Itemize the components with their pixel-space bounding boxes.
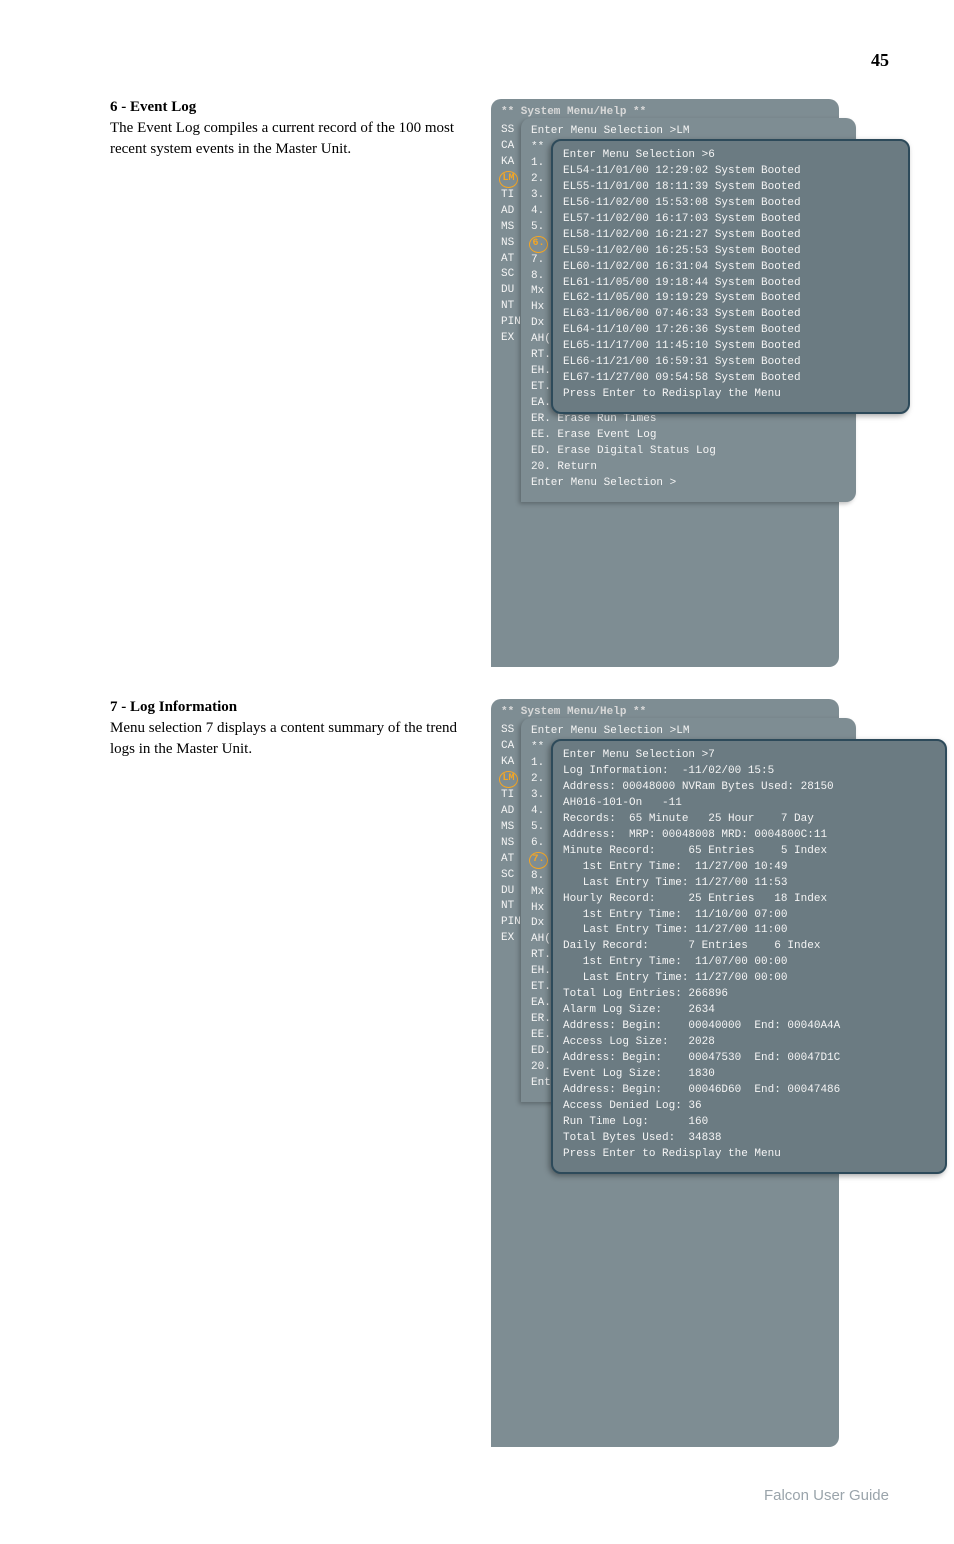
circled-7: 7. bbox=[529, 852, 548, 869]
loginfo-line: Address: Begin: 00040000 End: 00040A4A bbox=[563, 1019, 935, 1035]
mid-menu-tail: Enter Menu Selection > bbox=[531, 476, 846, 492]
eventlog-line: EL56-11/02/00 15:53:08 System Booted bbox=[563, 196, 898, 212]
eventlog-line: EL55-11/01/00 18:11:39 System Booted bbox=[563, 180, 898, 196]
loginfo-line: Daily Record: 7 Entries 6 Index bbox=[563, 939, 935, 955]
circled-6: 6. bbox=[529, 236, 548, 253]
terminal-stack-eventlog: ** System Menu/Help ** SS -CA -KA -LMTI … bbox=[491, 99, 871, 667]
eventlog-line: EL62-11/05/00 19:19:29 System Booted bbox=[563, 291, 898, 307]
loginfo-line: Event Log Size: 1830 bbox=[563, 1067, 935, 1083]
loginfo-line: Hourly Record: 25 Entries 18 Index bbox=[563, 892, 935, 908]
loginfo-line: Last Entry Time: 11/27/00 11:00 bbox=[563, 923, 935, 939]
eventlog-line: EL54-11/01/00 12:29:02 System Booted bbox=[563, 164, 898, 180]
loginfo-line: Alarm Log Size: 2634 bbox=[563, 1003, 935, 1019]
loginfo-line: Last Entry Time: 11/27/00 00:00 bbox=[563, 971, 935, 987]
loginfo-line: 1st Entry Time: 11/07/00 00:00 bbox=[563, 955, 935, 971]
section6-body: The Event Log compiles a current record … bbox=[110, 118, 465, 160]
loginfo-line: Address: 00048000 NVRam Bytes Used: 2815… bbox=[563, 780, 935, 796]
loginfo-line: Address: Begin: 00047530 End: 00047D1C bbox=[563, 1051, 935, 1067]
loginfo-line: Run Time Log: 160 bbox=[563, 1115, 935, 1131]
section7-body: Menu selection 7 displays a content summ… bbox=[110, 718, 465, 760]
loginfo-line: Minute Record: 65 Entries 5 Index bbox=[563, 844, 935, 860]
loginfo-line: Address: MRP: 00048008 MRD: 0004800C:11 bbox=[563, 828, 935, 844]
section7-title: 7 - Log Information bbox=[110, 699, 465, 716]
loginfo-line: Access Denied Log: 36 bbox=[563, 1099, 935, 1115]
mid-menu-tail: ER. Erase Run Times bbox=[531, 412, 846, 428]
loginfo-line: AH016-101-On -11 bbox=[563, 796, 935, 812]
loginfo-line: Log Information: -11/02/00 15:5 bbox=[563, 764, 935, 780]
eventlog-line: EL58-11/02/00 16:21:27 System Booted bbox=[563, 228, 898, 244]
eventlog-line: EL63-11/06/00 07:46:33 System Booted bbox=[563, 307, 898, 323]
loginfo-line: Records: 65 Minute 25 Hour 7 Day bbox=[563, 812, 935, 828]
terminal-top-panel-eventlog: Enter Menu Selection >6 EL54-11/01/00 12… bbox=[551, 139, 910, 414]
eventlog-line: EL67-11/27/00 09:54:58 System Booted bbox=[563, 371, 898, 387]
section6-title: 6 - Event Log bbox=[110, 99, 465, 116]
loginfo-line: Access Log Size: 2028 bbox=[563, 1035, 935, 1051]
loginfo-line: Address: Begin: 00046D60 End: 00047486 bbox=[563, 1083, 935, 1099]
footer-text: Falcon User Guide bbox=[110, 1487, 889, 1504]
loginfo-line: Last Entry Time: 11/27/00 11:53 bbox=[563, 876, 935, 892]
mid-prompt: Enter Menu Selection >LM bbox=[531, 124, 846, 140]
loginfo-line: 1st Entry Time: 11/27/00 10:49 bbox=[563, 860, 935, 876]
mid-prompt: Enter Menu Selection >LM bbox=[531, 724, 846, 740]
page-number: 45 bbox=[110, 50, 889, 71]
loginfo-line: 1st Entry Time: 11/10/00 07:00 bbox=[563, 908, 935, 924]
mid-menu-tail: ED. Erase Digital Status Log bbox=[531, 444, 846, 460]
terminal-top-panel-loginfo: Enter Menu Selection >7 Log Information:… bbox=[551, 739, 947, 1173]
eventlog-line: EL57-11/02/00 16:17:03 System Booted bbox=[563, 212, 898, 228]
loginfo-line: Total Log Entries: 266896 bbox=[563, 987, 935, 1003]
loginfo-line: Total Bytes Used: 34838 bbox=[563, 1131, 935, 1147]
mid-menu-tail: EE. Erase Event Log bbox=[531, 428, 846, 444]
terminal-stack-loginfo: ** System Menu/Help ** SS -CA -KA -LMTI … bbox=[491, 699, 871, 1447]
eventlog-line: EL66-11/21/00 16:59:31 System Booted bbox=[563, 355, 898, 371]
mid-menu-tail: 20. Return bbox=[531, 460, 846, 476]
top7-prompt: Enter Menu Selection >7 bbox=[563, 748, 935, 764]
top6-prompt: Enter Menu Selection >6 bbox=[563, 148, 898, 164]
eventlog-line: EL64-11/10/00 17:26:36 System Booted bbox=[563, 323, 898, 339]
circled-lm: LM bbox=[499, 771, 518, 788]
eventlog-line: EL59-11/02/00 16:25:53 System Booted bbox=[563, 244, 898, 260]
eventlog-line: Press Enter to Redisplay the Menu bbox=[563, 387, 898, 403]
circled-lm: LM bbox=[499, 171, 518, 188]
eventlog-line: EL60-11/02/00 16:31:04 System Booted bbox=[563, 260, 898, 276]
loginfo-line: Press Enter to Redisplay the Menu bbox=[563, 1147, 935, 1163]
eventlog-line: EL61-11/05/00 19:18:44 System Booted bbox=[563, 276, 898, 292]
eventlog-line: EL65-11/17/00 11:45:10 System Booted bbox=[563, 339, 898, 355]
